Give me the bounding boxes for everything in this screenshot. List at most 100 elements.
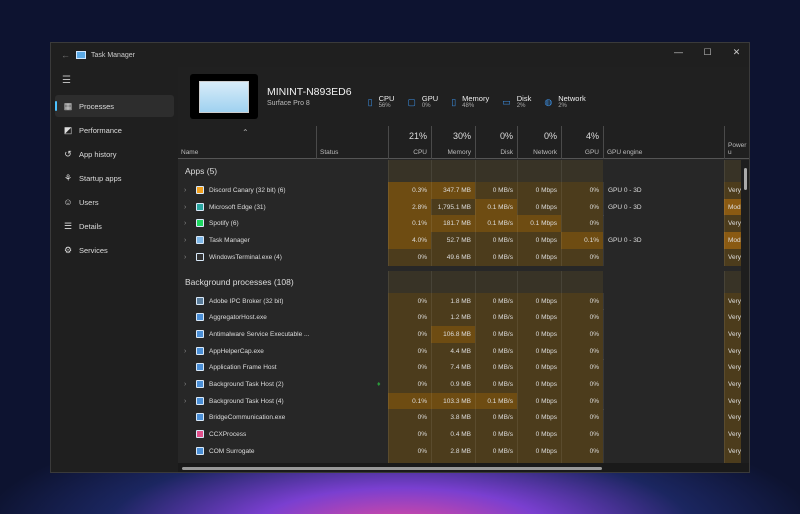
- expand-chevron-icon[interactable]: ›: [184, 215, 186, 232]
- cell-disk: 0 MB/s: [475, 182, 517, 199]
- table-row[interactable]: BridgeCommunication.exe 0% 3.8 MB 0 MB/s 0 M…: [178, 409, 741, 427]
- app-icon: [196, 446, 204, 455]
- vertical-scrollbar[interactable]: [741, 160, 749, 463]
- expand-chevron-icon[interactable]: ›: [184, 393, 186, 410]
- cell-net: 0 Mbps: [517, 198, 561, 216]
- startup-apps-icon: ⚘: [63, 172, 73, 183]
- stat-value: 56%: [378, 103, 391, 109]
- table-row[interactable]: CCXProcess 0% 0.4 MB 0 MB/s 0 Mbps 0% Very: [178, 426, 741, 444]
- cell-eng: [603, 376, 724, 393]
- cell-eng: [603, 359, 724, 377]
- expand-chevron-icon[interactable]: ›: [184, 182, 186, 199]
- column-header-cpu[interactable]: 21% CPU: [388, 126, 431, 159]
- cell-mem: 49.6 MB: [431, 248, 475, 266]
- horizontal-scrollbar[interactable]: [178, 463, 749, 472]
- cell-disk: 0 MB/s: [475, 232, 517, 250]
- window-title: Task Manager: [91, 51, 135, 59]
- minimize-button[interactable]: —: [664, 43, 693, 61]
- sidebar-item-users[interactable]: ☺ Users: [55, 191, 174, 213]
- column-title: Status: [320, 149, 339, 156]
- maximize-button[interactable]: ☐: [693, 43, 722, 61]
- stat-label: Network: [558, 94, 586, 103]
- column-title: Disk: [500, 149, 513, 156]
- table-row[interactable]: › Microsoft Edge (31) 2.8% 1,795.1 MB 0.1 MB…: [178, 198, 741, 216]
- cell-gpu: 0%: [561, 215, 603, 233]
- table-row[interactable]: Adobe IPC Broker (32 bit) 0% 1.8 MB 0 MB/s 0…: [178, 292, 741, 310]
- sidebar-item-services[interactable]: ⚙ Services: [55, 239, 174, 261]
- heat-column: [724, 270, 741, 293]
- app-icon: [196, 363, 204, 372]
- expand-chevron-icon[interactable]: ›: [184, 232, 186, 249]
- stat-value: 48%: [462, 103, 475, 109]
- stat-disk[interactable]: ▭ Disk 2%: [502, 94, 531, 109]
- column-header-disk[interactable]: 0% Disk: [475, 126, 517, 159]
- back-arrow-icon[interactable]: ←: [61, 50, 70, 60]
- table-row[interactable]: › Background Task Host (2) ♦ 0% 0.9 MB 0 MB/s…: [178, 376, 741, 393]
- cell-pow: Very: [724, 215, 741, 233]
- hamburger-menu-icon[interactable]: ☰: [62, 75, 178, 93]
- sidebar-item-performance[interactable]: ◩ Performance: [55, 119, 174, 141]
- cell-disk: 0 MB/s: [475, 342, 517, 360]
- cell-eng: [603, 342, 724, 360]
- expand-chevron-icon[interactable]: ›: [184, 376, 186, 393]
- stat-memory[interactable]: ▯ Memory 48%: [451, 94, 489, 109]
- sidebar-item-startup-apps[interactable]: ⚘ Startup apps: [55, 167, 174, 189]
- table-row[interactable]: › WindowsTerminal.exe (4) 0% 49.6 MB 0 MB/s 0…: [178, 248, 741, 266]
- cell-mem: 181.7 MB: [431, 215, 475, 233]
- column-headers: ⌃ Name Status 21% CPU 30% Memory 0% Disk 0% Netwo…: [178, 126, 749, 159]
- cell-cpu: 0%: [388, 292, 431, 310]
- column-header-status[interactable]: Status: [316, 126, 388, 159]
- table-row[interactable]: Application Frame Host 0% 7.4 MB 0 MB/s 0 Mb…: [178, 359, 741, 377]
- expand-chevron-icon[interactable]: ›: [184, 343, 186, 360]
- table-row[interactable]: › Discord Canary (32 bit) (6) 0.3% 347.7 MB…: [178, 182, 741, 199]
- sidebar-item-label: Services: [79, 245, 108, 255]
- column-header-network[interactable]: 0% Network: [517, 126, 561, 159]
- cell-eng: [603, 392, 724, 410]
- expand-chevron-icon[interactable]: ›: [184, 199, 186, 216]
- expand-chevron-icon[interactable]: ›: [184, 249, 186, 266]
- stat-cpu[interactable]: ▯ CPU 56%: [368, 94, 395, 109]
- column-title: Memory: [447, 149, 471, 156]
- heat-column: [517, 160, 561, 182]
- title-bar: ← Task Manager — ☐ ✕: [51, 43, 749, 67]
- cell-disk: 0.1 MB/s: [475, 198, 517, 216]
- cell-cpu: 0.1%: [388, 392, 431, 410]
- column-header-gpu[interactable]: 4% GPU: [561, 126, 603, 159]
- sidebar-item-details[interactable]: ☰ Details: [55, 215, 174, 237]
- group-title: Background processes (108): [185, 276, 294, 287]
- cell-eng: GPU 0 - 3D: [603, 198, 724, 216]
- stat-gpu[interactable]: ▢ GPU 0%: [407, 94, 438, 109]
- stat-network[interactable]: ◍ Network 2%: [544, 94, 585, 109]
- edge-icon: [196, 202, 204, 211]
- column-header-gpu-engine[interactable]: GPU engine: [603, 126, 724, 159]
- process-name: Task Manager: [209, 237, 250, 245]
- sidebar-item-app-history[interactable]: ↺ App history: [55, 143, 174, 165]
- column-header-power-u[interactable]: Power u: [724, 126, 749, 159]
- table-row[interactable]: AggregatorHost.exe 0% 1.2 MB 0 MB/s 0 Mbps 0%…: [178, 309, 741, 327]
- table-row[interactable]: › Background Task Host (4) 0.1% 103.3 MB 0.1…: [178, 392, 741, 410]
- stat-value: 2%: [516, 103, 526, 109]
- stat-label: CPU: [378, 94, 395, 103]
- cell-mem: 1,795.1 MB: [431, 198, 475, 216]
- table-row[interactable]: › AppHelperCap.exe 0% 4.4 MB 0 MB/s 0 Mbps 0% V…: [178, 342, 741, 360]
- performance-icon: ◩: [63, 124, 73, 135]
- column-title: Power u: [728, 142, 747, 156]
- column-header-name[interactable]: Name: [178, 126, 316, 159]
- close-button[interactable]: ✕: [722, 43, 749, 61]
- app-icon: [196, 380, 204, 388]
- memory-icon: ▯: [451, 97, 457, 107]
- column-header-memory[interactable]: 30% Memory: [431, 126, 475, 159]
- cell-pow: Very: [724, 292, 741, 310]
- cell-net: 0 Mbps: [517, 442, 561, 460]
- table-row[interactable]: COM Surrogate 0% 2.8 MB 0 MB/s 0 Mbps 0% Very: [178, 442, 741, 460]
- table-row[interactable]: › Task Manager 4.0% 52.7 MB 0 MB/s 0 Mbps 0.1%…: [178, 232, 741, 250]
- table-row[interactable]: Antimalware Service Executable ... 0% 106.…: [178, 325, 741, 343]
- cell-net: 0 Mbps: [517, 409, 561, 427]
- stat-value: 2%: [558, 103, 567, 109]
- heat-column: [388, 270, 431, 293]
- table-row[interactable]: › Spotify (6) 0.1% 181.7 MB 0.1 MB/s 0.1 Mbps…: [178, 215, 741, 233]
- group-header: Background processes (108): [178, 270, 741, 293]
- cell-eng: [603, 248, 724, 266]
- sidebar-item-processes[interactable]: ▦ Processes: [55, 95, 174, 117]
- status-leaf-icon: ♦: [377, 381, 381, 388]
